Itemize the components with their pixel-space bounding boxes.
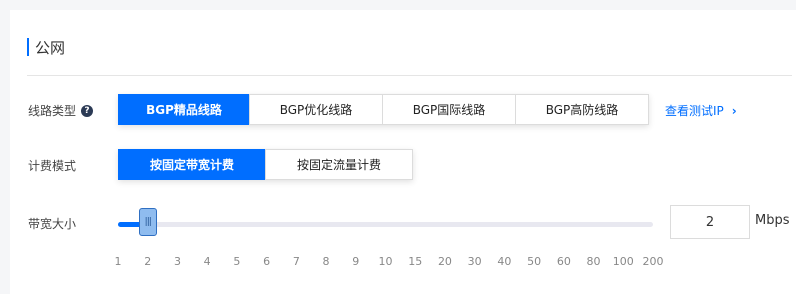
route-option-bgp-ddos[interactable]: BGP高防线路 — [515, 94, 649, 125]
view-test-ip-link[interactable]: 查看测试IP › — [665, 102, 737, 119]
tick-label: 6 — [263, 255, 271, 268]
tick-label: 60 — [556, 255, 571, 268]
tick-label: 100 — [612, 255, 634, 268]
bandwidth-label-text: 带宽大小 — [28, 217, 77, 231]
billing-option-bandwidth[interactable]: 按固定带宽计费 — [118, 149, 266, 180]
tick-label: 15 — [408, 255, 423, 268]
tick-label: 10 — [378, 255, 393, 268]
billing-mode-selector: 按固定带宽计费 按固定流量计费 — [118, 149, 413, 180]
route-option-bgp-premium[interactable]: BGP精品线路 — [118, 94, 250, 125]
tick-label: 40 — [497, 255, 512, 268]
tick-label: 20 — [437, 255, 452, 268]
section-title: 公网 — [27, 38, 66, 57]
tick-label: 5 — [233, 255, 241, 268]
question-circle-icon[interactable]: ? — [81, 104, 94, 117]
route-option-bgp-international[interactable]: BGP国际线路 — [382, 94, 516, 125]
bandwidth-unit: Mbps — [755, 213, 790, 228]
bandwidth-label: 带宽大小 — [28, 215, 76, 232]
tick-label: 7 — [292, 255, 300, 268]
billing-mode-label-text: 计费模式 — [28, 159, 77, 173]
section-title-text: 公网 — [35, 38, 66, 57]
tick-label: 8 — [322, 255, 330, 268]
tick-label: 80 — [586, 255, 601, 268]
route-type-label: 线路类型 ? — [28, 102, 94, 119]
route-option-bgp-optimized[interactable]: BGP优化线路 — [249, 94, 383, 125]
tick-label: 200 — [642, 255, 664, 268]
billing-mode-label: 计费模式 — [28, 157, 76, 174]
divider — [27, 75, 792, 76]
billing-option-traffic[interactable]: 按固定流量计费 — [265, 149, 413, 180]
chevron-right-icon: › — [731, 103, 737, 118]
tick-label: 4 — [203, 255, 211, 268]
bandwidth-tick-labels: 1 2 3 4 5 6 7 8 9 10 15 20 30 40 50 60 80 100 200 — [10, 255, 796, 269]
tick-label: 30 — [467, 255, 482, 268]
route-type-selector: BGP精品线路 BGP优化线路 BGP国际线路 BGP高防线路 — [118, 94, 649, 125]
bandwidth-input[interactable] — [670, 205, 750, 239]
tick-label: 2 — [144, 255, 152, 268]
title-accent-bar — [27, 38, 29, 56]
view-test-ip-text: 查看测试IP — [665, 104, 724, 118]
bandwidth-slider-handle[interactable]: ||| — [138, 208, 157, 236]
tick-label: 1 — [114, 255, 122, 268]
tick-label: 3 — [173, 255, 181, 268]
public-network-panel: 公网 线路类型 ? BGP精品线路 BGP优化线路 BGP国际线路 BGP高防线… — [10, 10, 796, 294]
route-type-label-text: 线路类型 — [28, 104, 77, 118]
bandwidth-slider-track[interactable] — [118, 222, 653, 227]
tick-label: 50 — [527, 255, 542, 268]
tick-label: 9 — [352, 255, 360, 268]
